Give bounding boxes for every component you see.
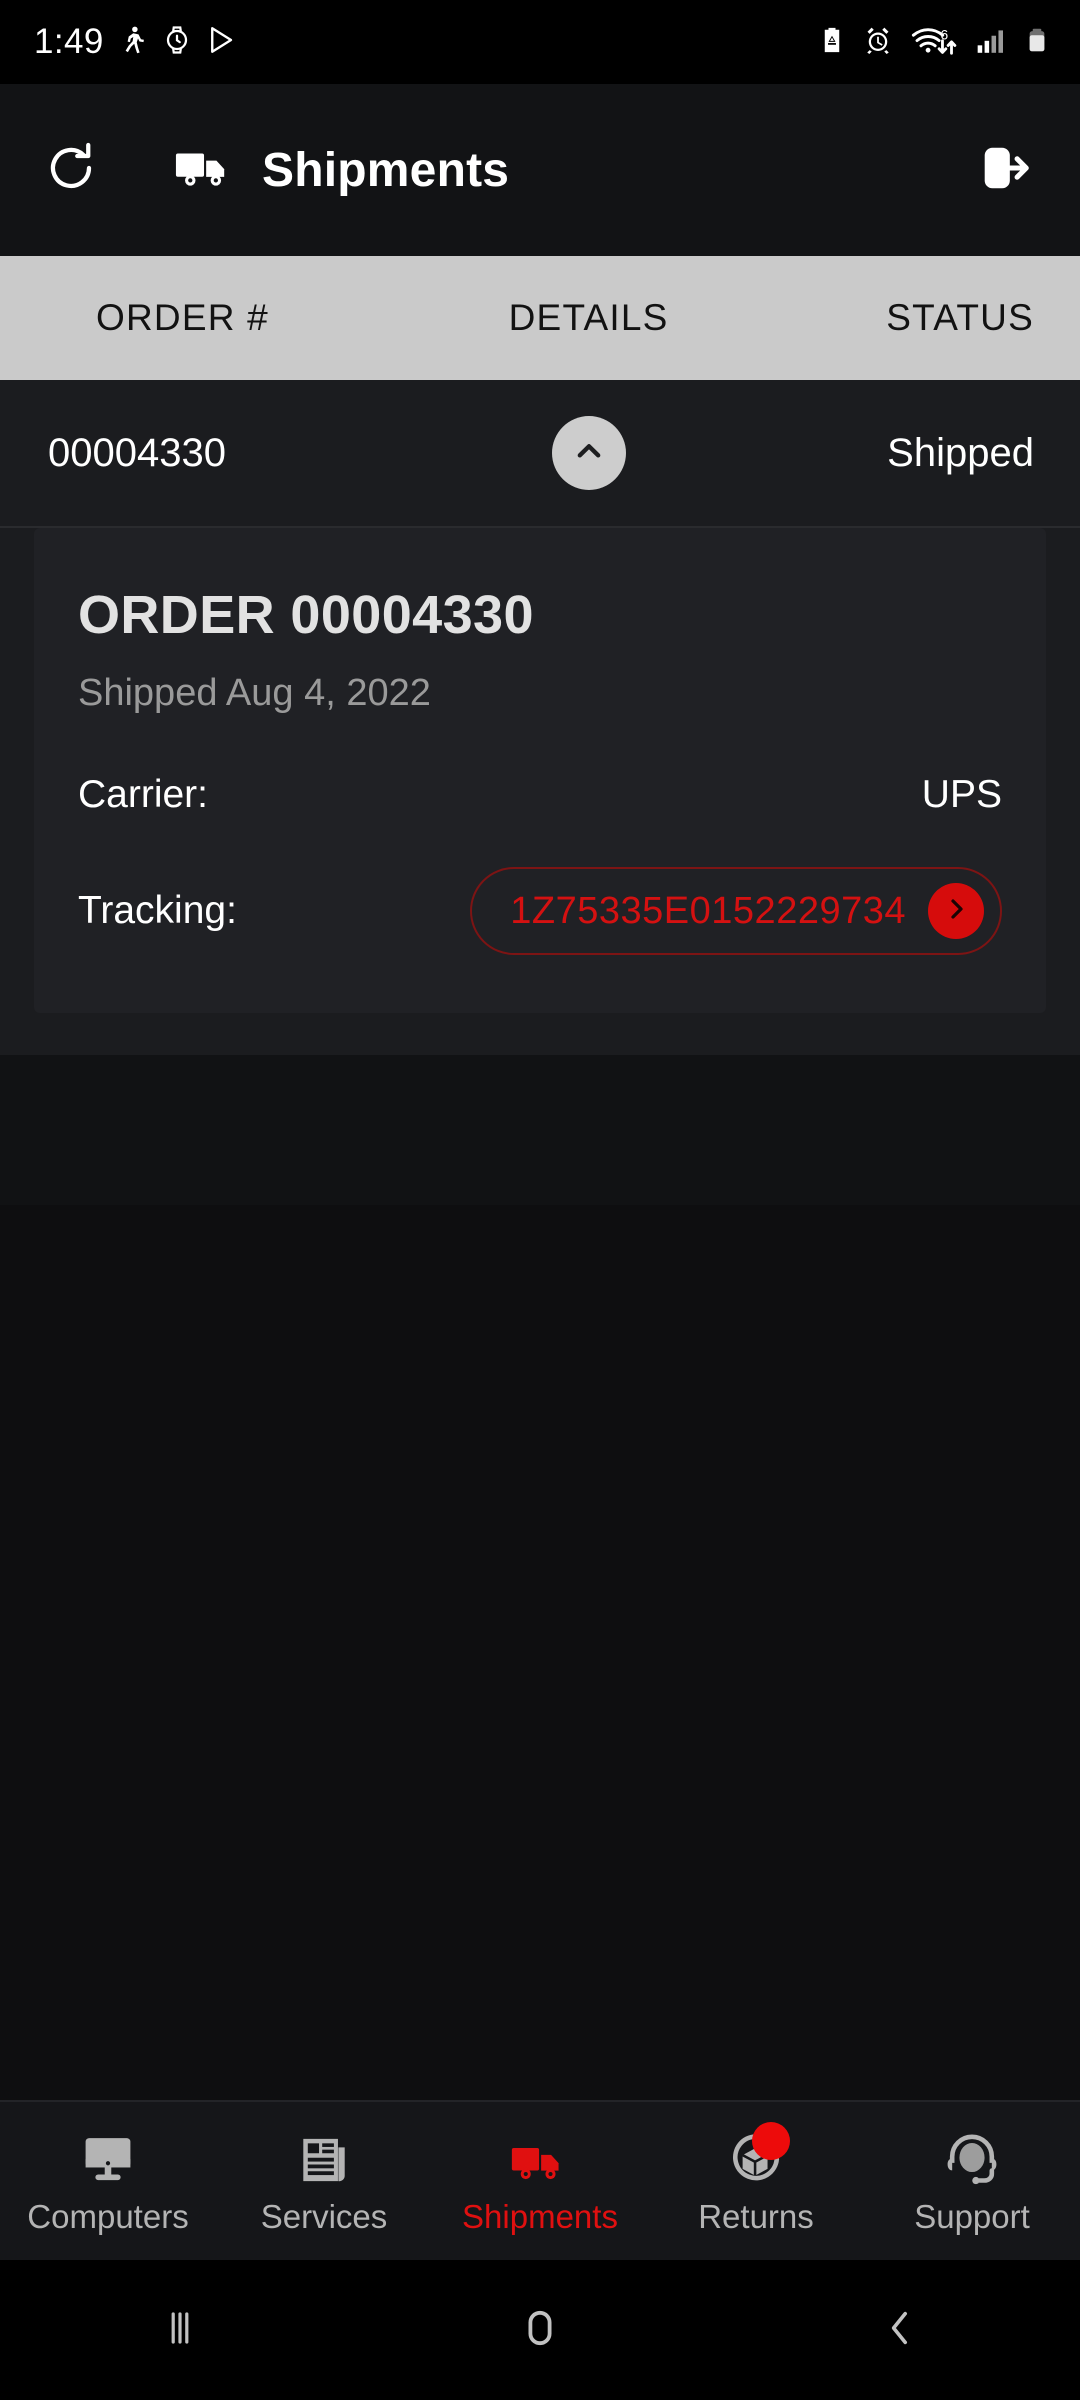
nav-label-returns: Returns: [698, 2198, 814, 2235]
headset-icon: [943, 2126, 1001, 2188]
expanded-detail-section: ORDER 00004330 Shipped Aug 4, 2022 Carri…: [0, 528, 1080, 1055]
carrier-value: UPS: [921, 773, 1002, 816]
carrier-row: Carrier: UPS: [78, 773, 1002, 817]
recents-button[interactable]: [0, 2304, 360, 2357]
tracking-row: Tracking: 1Z75335E0152229734: [78, 867, 1002, 955]
chevron-up-icon: [569, 431, 609, 476]
chevron-right-icon: [941, 894, 971, 929]
recents-icon: [156, 2304, 204, 2357]
bottom-navigation: Computers Services Shipments Returns Sup…: [0, 2100, 1080, 2260]
carrier-label: Carrier:: [78, 773, 209, 816]
nav-label-services: Services: [260, 2198, 388, 2235]
newspaper-icon: [297, 2126, 351, 2188]
collapse-row-button[interactable]: [551, 416, 626, 490]
page-title: Shipments: [262, 143, 510, 197]
tracking-number-button[interactable]: 1Z75335E0152229734: [470, 867, 1002, 955]
order-number: 00004330: [48, 430, 226, 475]
returns-notification-badge: [752, 2122, 790, 2160]
nav-label-support: Support: [914, 2198, 1030, 2235]
nav-item-shipments[interactable]: Shipments: [432, 2126, 648, 2236]
wifi6-transfer-icon: 6: [910, 23, 958, 62]
column-header-details: DETAILS: [508, 297, 669, 338]
nav-item-support[interactable]: Support: [864, 2126, 1080, 2236]
play-store-icon: [206, 23, 236, 62]
battery-saver-icon: [818, 23, 846, 62]
app-screen: 1:49 6 Shipments ORDER # DETAILS STATUS …: [0, 0, 1080, 2400]
order-status: Shipped: [887, 430, 1034, 475]
table-row[interactable]: 00004330 Shipped: [0, 380, 1080, 528]
order-shipped-date: Shipped Aug 4, 2022: [78, 672, 431, 714]
column-header-status: STATUS: [886, 297, 1034, 338]
refresh-icon: [41, 138, 101, 203]
back-icon: [876, 2304, 924, 2357]
nav-item-services[interactable]: Services: [216, 2126, 432, 2236]
truck-icon: [174, 144, 236, 197]
home-icon: [516, 2304, 564, 2357]
tracking-open-button[interactable]: [928, 883, 984, 939]
monitor-icon: [79, 2126, 137, 2188]
status-bar-left: 1:49: [34, 22, 236, 62]
status-bar-right: 6: [818, 0, 1050, 84]
refresh-button[interactable]: [34, 133, 108, 207]
nav-item-returns[interactable]: Returns: [648, 2122, 864, 2236]
logout-button[interactable]: [968, 133, 1042, 207]
tracking-number: 1Z75335E0152229734: [510, 889, 906, 932]
truck-icon: [510, 2126, 570, 2188]
back-button[interactable]: [720, 2304, 1080, 2357]
signal-icon: [975, 23, 1007, 62]
order-detail-card: ORDER 00004330 Shipped Aug 4, 2022 Carri…: [34, 528, 1046, 1013]
table-column-header: ORDER # DETAILS STATUS: [0, 256, 1080, 380]
watch-alarm-icon: [162, 23, 192, 62]
order-detail-title: ORDER 00004330: [78, 585, 534, 645]
system-status-bar: 1:49 6: [0, 0, 1080, 84]
return-box-icon: [726, 2122, 790, 2188]
app-title-group: Shipments: [174, 143, 509, 198]
nav-item-computers[interactable]: Computers: [0, 2126, 216, 2236]
android-system-nav: [0, 2260, 1080, 2400]
tracking-label: Tracking:: [78, 889, 237, 932]
nav-label-computers: Computers: [27, 2198, 189, 2235]
nav-label-shipments: Shipments: [462, 2198, 618, 2235]
column-header-order: ORDER #: [96, 297, 269, 338]
logout-icon: [976, 139, 1034, 202]
clock-time: 1:49: [34, 22, 104, 61]
home-button[interactable]: [360, 2304, 720, 2357]
battery-icon: [1024, 23, 1050, 62]
app-header: Shipments: [0, 84, 1080, 256]
row-expand-cell: [410, 416, 766, 490]
page-body-empty: [0, 1205, 1080, 2100]
alarm-icon: [863, 23, 893, 62]
running-person-icon: [118, 23, 148, 62]
